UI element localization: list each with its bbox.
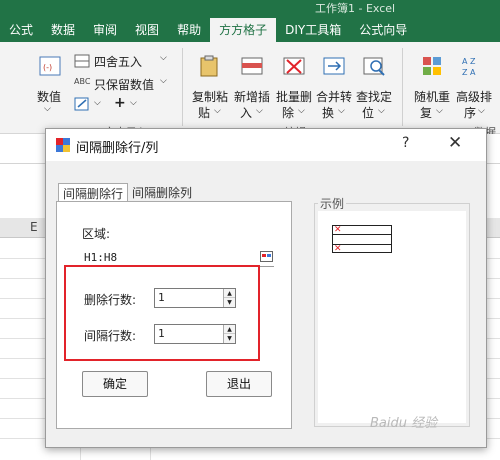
- copy-paste-button[interactable]: 复制粘: [192, 88, 228, 105]
- tab-formulas[interactable]: 公式: [0, 18, 42, 42]
- numeric-button[interactable]: 数值: [37, 88, 61, 105]
- merge-convert-button-line2[interactable]: 换: [322, 104, 334, 121]
- numeric-icon: (-): [39, 56, 61, 76]
- delete-rows-stepper[interactable]: 1 ▲ ▼: [154, 288, 236, 308]
- chevron-down-icon[interactable]: ⌵: [44, 104, 51, 114]
- chevron-down-icon[interactable]: ⌵: [256, 106, 263, 116]
- chevron-down-icon[interactable]: ⌵: [160, 53, 167, 63]
- delete-mark-icon: ✕: [334, 225, 342, 235]
- dialog-title: 间隔删除行/列: [76, 141, 159, 156]
- ok-button[interactable]: 确定: [82, 371, 148, 397]
- example-row-line: [333, 244, 391, 245]
- tab-data[interactable]: 数据: [42, 18, 84, 42]
- find-locate-button-line2[interactable]: 位: [362, 104, 374, 121]
- delete-rows-label: 删除行数:: [84, 293, 137, 307]
- example-row-line: [333, 234, 391, 235]
- advanced-sort-button[interactable]: 高级排: [456, 88, 492, 105]
- chevron-down-icon[interactable]: ⌵: [298, 106, 305, 116]
- find-locate-icon: [363, 57, 385, 76]
- edit-note-icon: [74, 97, 89, 111]
- chevron-down-icon[interactable]: ⌵: [214, 106, 221, 116]
- group-divider: [402, 48, 403, 126]
- app-icon: [56, 138, 70, 152]
- example-table: ✕ ✕: [332, 225, 392, 254]
- dialog-titlebar[interactable]: 间隔删除行/列 ? ✕: [46, 129, 486, 161]
- watermark: Baidu 经验: [370, 416, 438, 431]
- stepper-down-icon[interactable]: ▼: [224, 298, 235, 307]
- advanced-sort-button-line2[interactable]: 序: [464, 104, 476, 121]
- interval-delete-dialog: 间隔删除行/列 ? ✕ 间隔删除行 间隔删除列 区域: H1:H8 删除行数: …: [45, 128, 487, 448]
- stepper-up-icon[interactable]: ▲: [224, 289, 235, 298]
- document-title: 工作簿1 - Excel: [315, 2, 396, 15]
- round-button[interactable]: 四舍五入: [94, 53, 142, 70]
- chevron-down-icon[interactable]: ⌵: [130, 98, 137, 108]
- interval-rows-label: 间隔行数:: [84, 329, 137, 343]
- keep-values-button[interactable]: 只保留数值: [94, 76, 154, 93]
- stepper-buttons: ▲ ▼: [223, 289, 235, 307]
- ribbon-tabs: 公式 数据 审阅 视图 帮助 方方格子 DIY工具箱 公式向导: [0, 18, 416, 42]
- batch-delete-button[interactable]: 批量删: [276, 88, 312, 105]
- close-button[interactable]: ✕: [448, 133, 462, 153]
- chevron-down-icon[interactable]: ⌵: [338, 106, 345, 116]
- copy-paste-icon: [200, 55, 218, 77]
- round-icon: [74, 54, 90, 68]
- svg-text:(-): (-): [43, 63, 52, 72]
- tab-view[interactable]: 视图: [126, 18, 168, 42]
- highlight-box: [64, 265, 260, 361]
- new-insert-button-line2[interactable]: 入: [240, 104, 252, 121]
- batch-delete-icon: [283, 57, 305, 75]
- interval-rows-value[interactable]: 1: [158, 327, 165, 340]
- random-repeat-icon: [423, 57, 441, 75]
- chevron-down-icon[interactable]: ⌵: [478, 106, 485, 116]
- merge-convert-button[interactable]: 合并转: [316, 88, 352, 105]
- range-label: 区域:: [82, 227, 111, 241]
- chevron-down-icon[interactable]: ⌵: [378, 106, 385, 116]
- random-repeat-button[interactable]: 随机重: [414, 88, 450, 105]
- group-divider: [182, 48, 183, 126]
- sort-az-icon: A Z Z A: [462, 57, 476, 77]
- range-select-icon[interactable]: [260, 250, 273, 263]
- tab-review[interactable]: 审阅: [84, 18, 126, 42]
- tab-fangfangegezi[interactable]: 方方格子: [210, 18, 277, 42]
- plus-icon[interactable]: +: [114, 95, 126, 111]
- tab-help[interactable]: 帮助: [168, 18, 210, 42]
- tab-delete-columns[interactable]: 间隔删除列: [128, 183, 196, 201]
- delete-mark-icon: ✕: [334, 244, 342, 254]
- chevron-down-icon[interactable]: ⌵: [436, 106, 443, 116]
- stepper-up-icon[interactable]: ▲: [224, 325, 235, 334]
- copy-paste-button-line2[interactable]: 贴: [198, 104, 210, 121]
- text-abc-icon: ABC: [74, 77, 91, 86]
- excel-ribbon-tabbar: 工作簿1 - Excel 公式 数据 审阅 视图 帮助 方方格子 DIY工具箱 …: [0, 0, 500, 42]
- delete-rows-value[interactable]: 1: [158, 291, 165, 304]
- chevron-down-icon[interactable]: ⌵: [160, 76, 167, 86]
- find-locate-button[interactable]: 查找定: [356, 88, 392, 105]
- help-button[interactable]: ?: [402, 135, 409, 151]
- stepper-buttons: ▲ ▼: [223, 325, 235, 343]
- tab-formula-wizard[interactable]: 公式向导: [350, 18, 416, 42]
- stepper-down-icon[interactable]: ▼: [224, 334, 235, 343]
- tab-delete-rows[interactable]: 间隔删除行: [58, 183, 129, 201]
- interval-rows-stepper[interactable]: 1 ▲ ▼: [154, 324, 236, 344]
- svg-text:Z A: Z A: [462, 68, 476, 77]
- random-repeat-button-line2[interactable]: 复: [420, 104, 432, 121]
- column-header-e[interactable]: E: [30, 220, 38, 234]
- merge-convert-icon: [323, 57, 345, 75]
- example-label: 示例: [318, 195, 347, 212]
- exit-button[interactable]: 退出: [206, 371, 272, 397]
- new-insert-icon: [241, 57, 263, 75]
- batch-delete-button-line2[interactable]: 除: [282, 104, 294, 121]
- chevron-down-icon[interactable]: ⌵: [94, 98, 101, 108]
- tab-diy-toolbox[interactable]: DIY工具箱: [276, 18, 350, 42]
- new-insert-button[interactable]: 新增插: [234, 88, 270, 105]
- svg-text:A Z: A Z: [462, 57, 476, 66]
